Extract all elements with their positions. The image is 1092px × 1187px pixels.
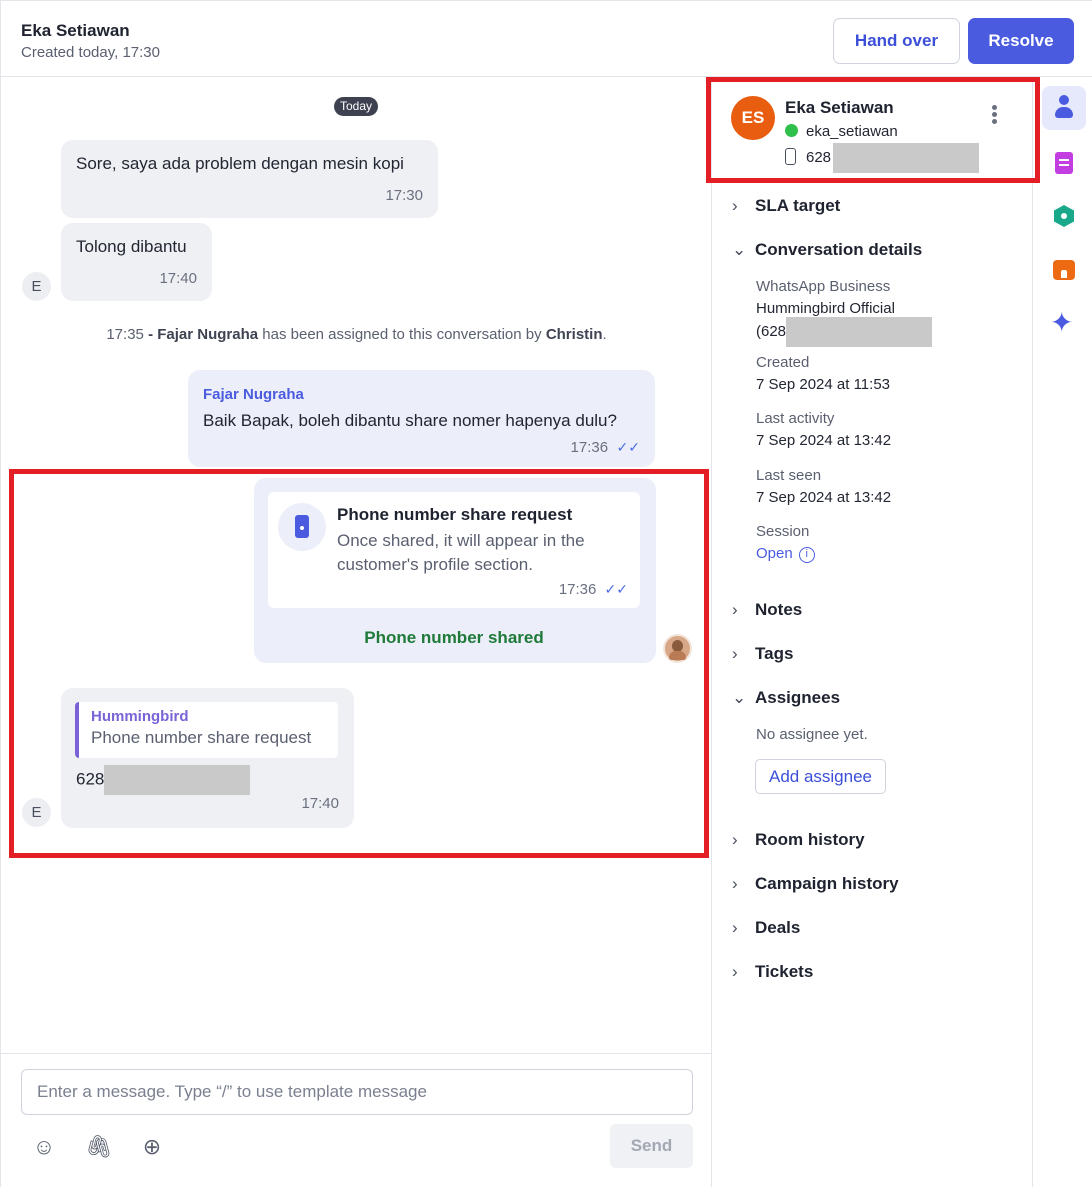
customer-message: Sore, saya ada problem dengan mesin kopi…	[61, 140, 438, 218]
read-ticks-icon: ✓✓	[616, 439, 640, 455]
share-request-highlight-box	[9, 469, 709, 858]
last-seen-label: Last seen	[756, 467, 822, 484]
last-activity-label: Last activity	[756, 410, 835, 427]
conversation-header: Eka Setiawan Created today, 17:30 Hand o…	[1, 0, 1092, 77]
message-text: Tolong dibantu	[76, 237, 187, 256]
section-room-history[interactable]: › Room history	[732, 830, 865, 850]
system-assigner: Christin	[545, 326, 603, 343]
channel-name: Hummingbird Official	[756, 300, 895, 317]
chevron-right-icon: ›	[732, 918, 738, 937]
created-label: Created	[756, 354, 810, 371]
emoji-icon[interactable]: ☺	[31, 1134, 57, 1160]
session-status: Open i	[756, 545, 815, 563]
resolve-button[interactable]: Resolve	[968, 18, 1074, 64]
app-root: Eka Setiawan Created today, 17:30 Hand o…	[0, 0, 1092, 1187]
chevron-right-icon: ›	[732, 600, 738, 619]
section-campaign-history[interactable]: › Campaign history	[732, 874, 899, 894]
message-input[interactable]	[21, 1069, 693, 1115]
message-time: 17:36	[570, 439, 609, 456]
chevron-right-icon: ›	[732, 962, 738, 981]
notes-icon[interactable]	[1042, 140, 1086, 184]
section-label: Deals	[755, 918, 801, 937]
add-assignee-button[interactable]: Add assignee	[755, 759, 886, 794]
chevron-right-icon: ›	[732, 830, 738, 849]
assignment-system-message: 17:35 - Fajar Nugraha has been assigned …	[1, 326, 712, 343]
add-icon[interactable]: ⊕	[139, 1134, 165, 1160]
section-label: Tickets	[755, 962, 814, 981]
sparkle-icon[interactable]: ✦	[1042, 302, 1086, 346]
redacted-block	[786, 317, 933, 347]
system-time: 17:35	[106, 326, 144, 343]
attachment-icon[interactable]: 🖇	[85, 1134, 113, 1160]
created-value: 7 Sep 2024 at 11:53	[756, 376, 891, 393]
section-sla-target[interactable]: › SLA target	[732, 196, 840, 216]
section-notes[interactable]: › Notes	[732, 600, 802, 620]
chevron-down-icon: ⌄	[732, 688, 747, 707]
section-deals[interactable]: › Deals	[732, 918, 800, 938]
customer-info-panel: ES Eka Setiawan eka_setiawan 628 › SLA ta…	[712, 77, 1033, 1187]
last-activity-value: 7 Sep 2024 at 13:42	[756, 432, 892, 449]
customer-message: Tolong dibantu 17:40	[61, 223, 212, 301]
channel-phone-prefix: (628	[756, 322, 787, 340]
person-icon[interactable]	[1042, 86, 1086, 130]
hexagon-icon[interactable]	[1042, 194, 1086, 238]
send-button[interactable]: Send	[610, 1124, 693, 1168]
message-text: Sore, saya ada problem dengan mesin kopi	[76, 154, 404, 173]
message-meta: 17:36 ✓✓	[571, 439, 640, 457]
section-conversation-details[interactable]: ⌄ Conversation details	[732, 240, 922, 260]
message-time: 17:30	[385, 187, 423, 204]
conversation-created: Created today, 17:30	[21, 44, 160, 61]
channel-label: WhatsApp Business	[756, 278, 891, 295]
no-assignee-text: No assignee yet.	[756, 726, 868, 743]
date-divider: Today	[334, 97, 379, 116]
section-tags[interactable]: › Tags	[732, 644, 793, 664]
conversation-title: Eka Setiawan	[21, 21, 130, 40]
chevron-right-icon: ›	[732, 874, 738, 893]
system-text: has been assigned to this conversation b…	[262, 326, 542, 343]
info-icon[interactable]: i	[798, 547, 815, 563]
section-label: SLA target	[755, 196, 841, 215]
store-icon[interactable]	[1042, 248, 1086, 292]
profile-highlight-box	[706, 77, 1040, 183]
message-text: Baik Bapak, boleh dibantu share nomer ha…	[203, 411, 617, 430]
side-icon-rail: ✦	[1033, 77, 1092, 1187]
system-separator: -	[148, 326, 154, 343]
hand-over-button[interactable]: Hand over	[833, 18, 960, 64]
section-label: Notes	[755, 600, 803, 619]
chevron-down-icon: ⌄	[732, 240, 747, 259]
system-end: .	[602, 326, 607, 343]
session-value: Open	[756, 545, 793, 562]
session-label: Session	[756, 523, 810, 540]
agent-message: Fajar Nugraha Baik Bapak, boleh dibantu …	[188, 370, 655, 467]
message-time: 17:40	[159, 270, 197, 287]
section-label: Assignees	[755, 688, 841, 707]
customer-avatar: E	[22, 272, 51, 301]
composer: ☺ 🖇 ⊕ Send	[1, 1053, 712, 1187]
channel-phone: (628	[756, 317, 933, 347]
section-label: Tags	[755, 644, 794, 663]
last-seen-value: 7 Sep 2024 at 13:42	[756, 489, 892, 506]
chevron-right-icon: ›	[732, 196, 738, 215]
message-sender: Fajar Nugraha	[203, 386, 304, 403]
section-label: Room history	[755, 830, 865, 849]
section-tickets[interactable]: › Tickets	[732, 962, 813, 982]
system-agent: Fajar Nugraha	[157, 326, 259, 343]
section-assignees[interactable]: ⌄ Assignees	[732, 688, 840, 708]
section-label: Conversation details	[755, 240, 923, 259]
chevron-right-icon: ›	[732, 644, 738, 663]
section-label: Campaign history	[755, 874, 899, 893]
